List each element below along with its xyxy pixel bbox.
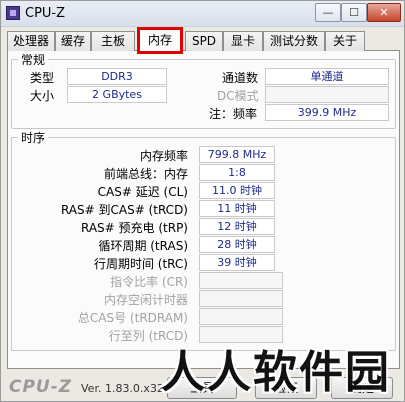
trp-value: 12 时钟 (199, 218, 275, 235)
tras-value: 28 时钟 (199, 236, 275, 253)
dc-mode-label: DC模式 (217, 89, 259, 103)
tab-caches[interactable]: 缓存 (55, 31, 91, 51)
cpuz-window: CPU-Z — ☐ ✕ 处理器 缓存 主板 内存 SPD 显卡 测试分数 关于 … (0, 0, 405, 402)
validate-button[interactable]: 验证 (255, 377, 317, 399)
command-rate-value (199, 272, 283, 289)
type-value: DDR3 (67, 68, 167, 85)
type-label: 类型 (30, 71, 55, 85)
tab-bar: 处理器 缓存 主板 内存 SPD 显卡 测试分数 关于 (7, 27, 400, 54)
dram-freq-value: 799.8 MHz (199, 146, 275, 163)
nb-freq-value: 399.9 MHz (265, 104, 389, 121)
window-title: CPU-Z (25, 6, 66, 21)
trp-label: RAS# 预充电 (tRP) (80, 221, 188, 235)
tab-about[interactable]: 关于 (325, 31, 365, 51)
timings-group-title: 时序 (18, 129, 49, 146)
cas-latency-label: CAS# 延迟 (CL) (97, 185, 188, 199)
dc-mode-value (265, 86, 389, 103)
timings-group: 时序 内存频率 799.8 MHz 前端总线：内存 1:8 CAS# 延迟 (C… (11, 129, 396, 351)
tab-graphics[interactable]: 显卡 (223, 31, 263, 51)
channel-label: 通道数 (222, 71, 259, 85)
fsb-dram-label: 前端总线：内存 (103, 167, 188, 181)
tras-label: 循环周期 (tRAS) (98, 239, 188, 253)
cpuz-logo: CPU-Z (9, 377, 73, 397)
idle-timer-label: 内存空闲计时器 (103, 293, 188, 307)
nb-freq-label: 注：频率 (209, 107, 258, 121)
maximize-button[interactable]: ☐ (341, 3, 367, 22)
trcd-label: RAS# 到CAS# (tRCD) (60, 203, 188, 217)
minimize-button[interactable]: — (315, 3, 341, 22)
footer-bar: CPU-Z Ver. 1.83.0.x32 工具 验证 确定 (1, 373, 404, 402)
trcd-value: 11 时钟 (199, 200, 275, 217)
channel-value: 单通道 (265, 68, 389, 85)
command-rate-label: 指令比率 (CR) (110, 275, 188, 289)
trc-value: 39 时钟 (199, 254, 275, 271)
general-group-title: 常规 (18, 51, 49, 68)
total-cas-value (199, 308, 283, 325)
cas-latency-value: 11.0 时钟 (199, 182, 275, 199)
idle-timer-value (199, 290, 283, 307)
tools-button[interactable]: 工具 (167, 377, 237, 399)
cpuz-app-icon (6, 6, 20, 20)
title-bar[interactable]: CPU-Z — ☐ ✕ (1, 1, 404, 27)
row-to-column-label: 行至列 (tRCD) (108, 329, 188, 343)
tab-memory[interactable]: 内存 (137, 27, 183, 54)
version-label: Ver. 1.83.0.x32 (81, 382, 164, 395)
trc-label: 行周期时间 (tRC) (93, 257, 188, 271)
row-to-column-value (199, 326, 283, 343)
tab-bench[interactable]: 测试分数 (263, 31, 325, 51)
general-group: 常规 类型 DDR3 大小 2 GBytes 通道数 单通道 DC模式 注：频率… (11, 51, 396, 129)
tab-spd[interactable]: SPD (185, 31, 223, 51)
memory-panel: 常规 类型 DDR3 大小 2 GBytes 通道数 单通道 DC模式 注：频率… (7, 51, 400, 369)
tab-mainboard[interactable]: 主板 (91, 31, 135, 51)
fsb-dram-value: 1:8 (199, 164, 275, 181)
total-cas-label: 总CAS号 (tRDRAM) (77, 311, 188, 325)
close-button[interactable]: ✕ (367, 3, 401, 22)
ok-button[interactable]: 确定 (331, 377, 393, 399)
dram-freq-label: 内存频率 (139, 149, 188, 163)
size-value: 2 GBytes (67, 86, 167, 103)
tab-cpu[interactable]: 处理器 (7, 31, 55, 51)
size-label: 大小 (30, 89, 55, 103)
